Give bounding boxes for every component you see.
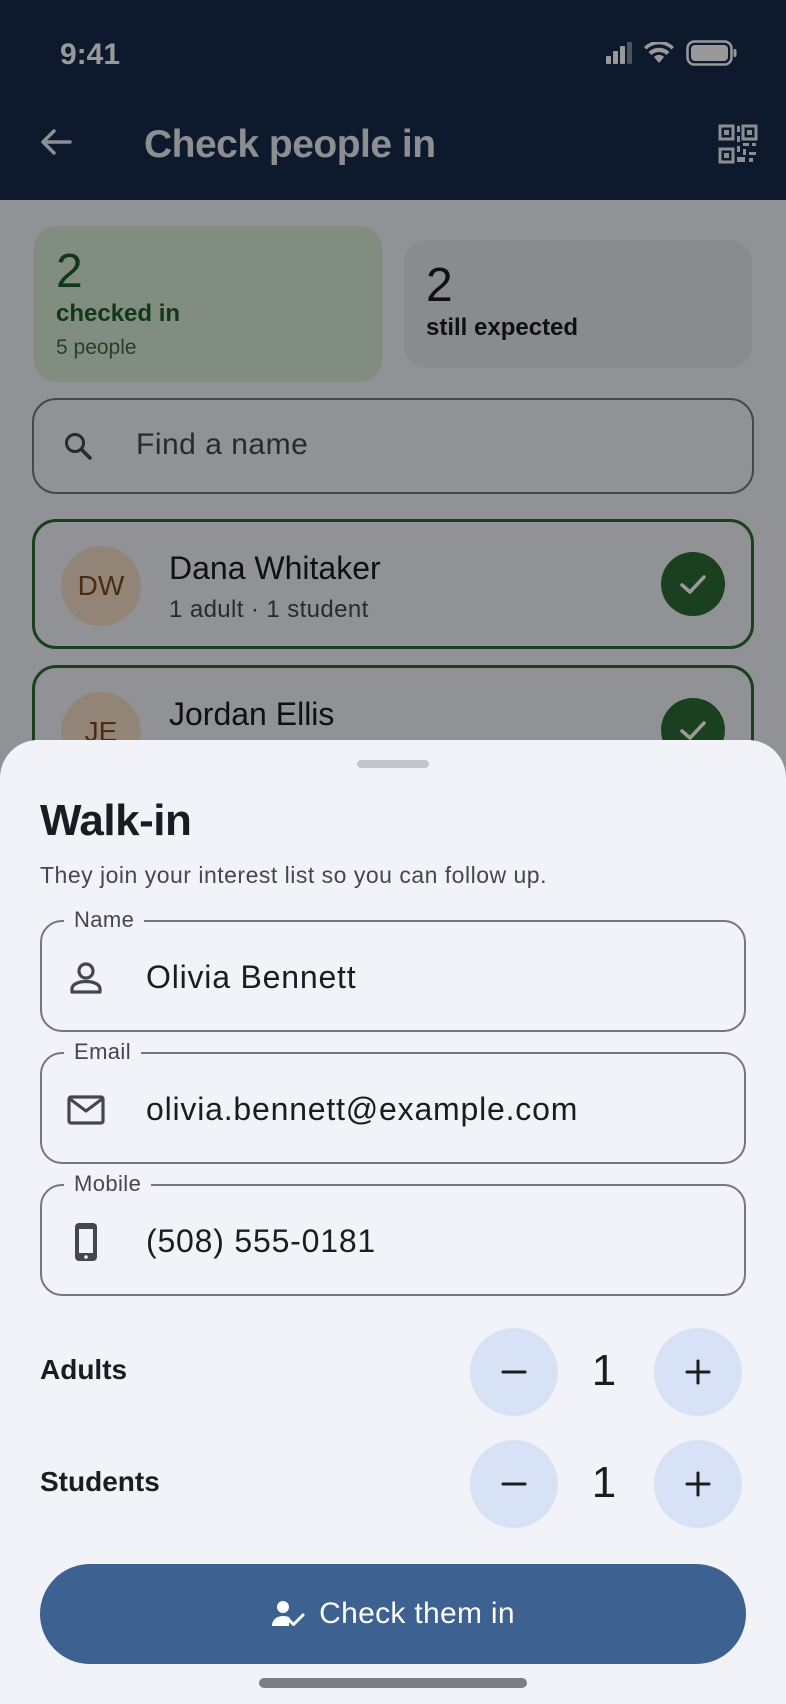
adults-decrement-button[interactable] [470, 1328, 558, 1416]
students-count: 1 [591, 1458, 617, 1507]
students-decrement-button[interactable] [470, 1440, 558, 1528]
plus-icon [685, 1471, 711, 1497]
sheet-subtitle: They join your interest list so you can … [40, 862, 547, 888]
check-them-in-button[interactable]: Check them in [40, 1564, 746, 1664]
plus-icon [685, 1359, 711, 1385]
drag-handle[interactable] [357, 760, 429, 768]
mail-icon [67, 1095, 105, 1125]
email-field[interactable]: Email olivia.bennett@example.com [40, 1038, 746, 1164]
minus-icon [501, 1370, 527, 1374]
name-field[interactable]: Name Olivia Bennett [40, 906, 746, 1032]
sheet-title: Walk-in [40, 796, 192, 845]
phone-icon [75, 1223, 97, 1261]
name-field-label: Name [64, 906, 145, 934]
students-increment-button[interactable] [654, 1440, 742, 1528]
email-field-label: Email [64, 1038, 142, 1066]
adults-count: 1 [591, 1346, 617, 1395]
mobile-field[interactable]: Mobile (508) 555-0181 [40, 1170, 746, 1296]
person-check-icon [272, 1601, 305, 1626]
adults-label: Adults [40, 1354, 128, 1385]
minus-icon [501, 1482, 527, 1486]
mobile-value: (508) 555-0181 [146, 1223, 377, 1259]
adults-increment-button[interactable] [654, 1328, 742, 1416]
students-label: Students [40, 1466, 160, 1497]
home-indicator[interactable] [259, 1678, 527, 1688]
name-value: Olivia Bennett [146, 959, 357, 995]
check-them-in-label: Check them in [319, 1597, 515, 1630]
mobile-field-label: Mobile [64, 1170, 152, 1198]
email-value: olivia.bennett@example.com [146, 1091, 579, 1127]
person-icon [70, 962, 102, 994]
